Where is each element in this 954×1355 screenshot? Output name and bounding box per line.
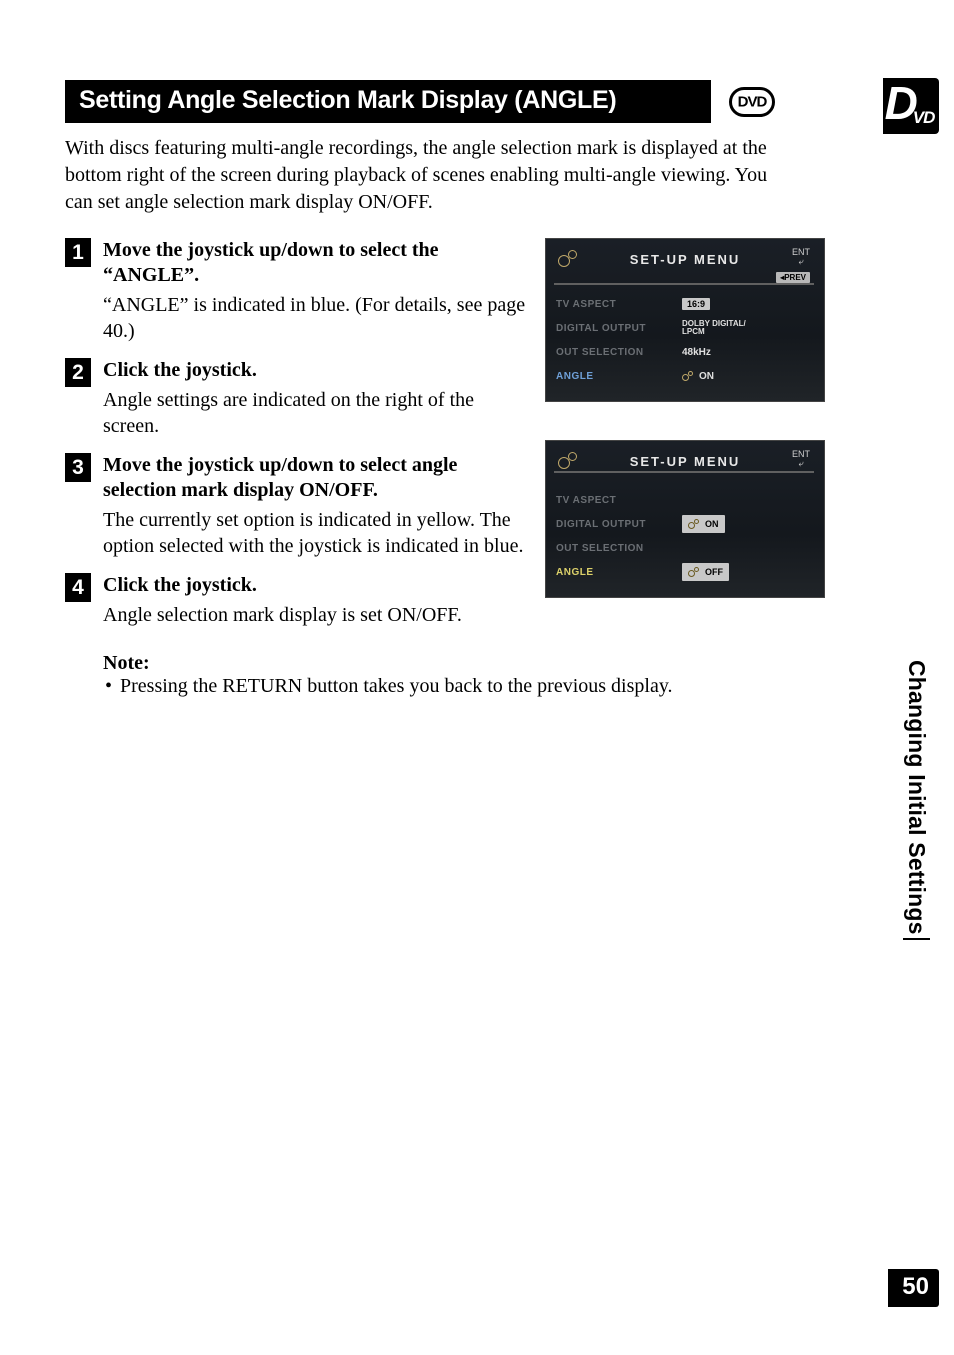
menu-row-digital-output[interactable]: DIGITAL OUTPUT DOLBY DIGITAL/ LPCM bbox=[554, 317, 816, 339]
menu-row-out-selection[interactable]: OUT SELECTION bbox=[554, 537, 816, 559]
dvd-side-tab: D VD bbox=[883, 78, 939, 134]
option-off: OFF bbox=[682, 563, 729, 581]
section-side-label: Changing Initial Settings bbox=[903, 660, 930, 940]
menu-row-tv-aspect[interactable]: TV ASPECT 16:9 bbox=[554, 293, 816, 315]
dvd-disc-icon bbox=[729, 87, 775, 117]
row-label: DIGITAL OUTPUT bbox=[554, 519, 682, 530]
step-title: Click the joystick. bbox=[103, 573, 535, 598]
ent-indicator: ENT⤶ bbox=[792, 450, 810, 468]
step-number: 1 bbox=[65, 238, 91, 267]
note-text: Pressing the RETURN button takes you bac… bbox=[120, 675, 673, 698]
option-on: ON bbox=[682, 515, 725, 533]
gears-icon bbox=[558, 449, 580, 471]
title-row: Setting Angle Selection Mark Display (AN… bbox=[65, 80, 775, 123]
step-title: Click the joystick. bbox=[103, 358, 535, 383]
prev-button[interactable]: ◂PREV bbox=[776, 272, 810, 283]
menu-row-angle[interactable]: ANGLE OFF bbox=[554, 561, 816, 583]
row-label: DIGITAL OUTPUT bbox=[554, 323, 682, 334]
menu-title: SET-UP MENU bbox=[630, 252, 741, 267]
row-label: ANGLE bbox=[554, 371, 682, 382]
row-label: TV ASPECT bbox=[554, 299, 682, 310]
gears-icon bbox=[558, 247, 580, 269]
step-number: 2 bbox=[65, 358, 91, 387]
menu-row-digital-output[interactable]: DIGITAL OUTPUT ON bbox=[554, 513, 816, 535]
note-heading: Note: bbox=[103, 652, 775, 675]
dvd-tab-vd: VD bbox=[913, 108, 935, 128]
row-value: 16:9 bbox=[682, 298, 710, 310]
step-number: 4 bbox=[65, 573, 91, 602]
bullet-dot: • bbox=[105, 675, 112, 698]
page-number: 50 bbox=[888, 1269, 939, 1307]
ent-indicator: ENT⤶ bbox=[792, 248, 810, 266]
note-block: Note: • Pressing the RETURN button takes… bbox=[103, 652, 775, 698]
gears-icon bbox=[688, 565, 702, 579]
intro-paragraph: With discs featuring multi-angle recordi… bbox=[65, 135, 775, 216]
gears-icon bbox=[682, 369, 696, 383]
menu-title: SET-UP MENU bbox=[630, 454, 741, 469]
note-bullet: • Pressing the RETURN button takes you b… bbox=[103, 675, 775, 698]
step-desc: The currently set option is indicated in… bbox=[103, 507, 535, 559]
dvd-tab-d: D bbox=[885, 76, 916, 130]
gears-icon bbox=[688, 517, 702, 531]
setup-menu-panel-2: SET-UP MENU ENT⤶ TV ASPECT DIGITAL OUTPU… bbox=[545, 440, 825, 598]
row-label: ANGLE bbox=[554, 567, 682, 578]
step-title: Move the joystick up/down to select the … bbox=[103, 238, 535, 288]
row-value: ON bbox=[699, 371, 714, 382]
step-desc: “ANGLE” is indicated in blue. (For detai… bbox=[103, 292, 535, 344]
row-value: DOLBY DIGITAL/ LPCM bbox=[682, 320, 746, 336]
step-desc: Angle selection mark display is set ON/O… bbox=[103, 602, 535, 628]
row-label: OUT SELECTION bbox=[554, 543, 682, 554]
setup-menu-panel-1: SET-UP MENU ENT⤶ ◂PREV TV ASPECT 16:9 DI… bbox=[545, 238, 825, 402]
row-label: TV ASPECT bbox=[554, 495, 682, 506]
step-desc: Angle settings are indicated on the righ… bbox=[103, 387, 535, 439]
row-label: OUT SELECTION bbox=[554, 347, 682, 358]
menu-row-angle[interactable]: ANGLE ON bbox=[554, 365, 816, 387]
section-title: Setting Angle Selection Mark Display (AN… bbox=[65, 80, 711, 123]
row-value: 48kHz bbox=[682, 347, 711, 358]
menu-row-out-selection[interactable]: OUT SELECTION 48kHz bbox=[554, 341, 816, 363]
step-number: 3 bbox=[65, 453, 91, 482]
menu-row-tv-aspect[interactable]: TV ASPECT bbox=[554, 489, 816, 511]
step-title: Move the joystick up/down to select angl… bbox=[103, 453, 535, 503]
menu-screenshots: SET-UP MENU ENT⤶ ◂PREV TV ASPECT 16:9 DI… bbox=[545, 238, 825, 636]
